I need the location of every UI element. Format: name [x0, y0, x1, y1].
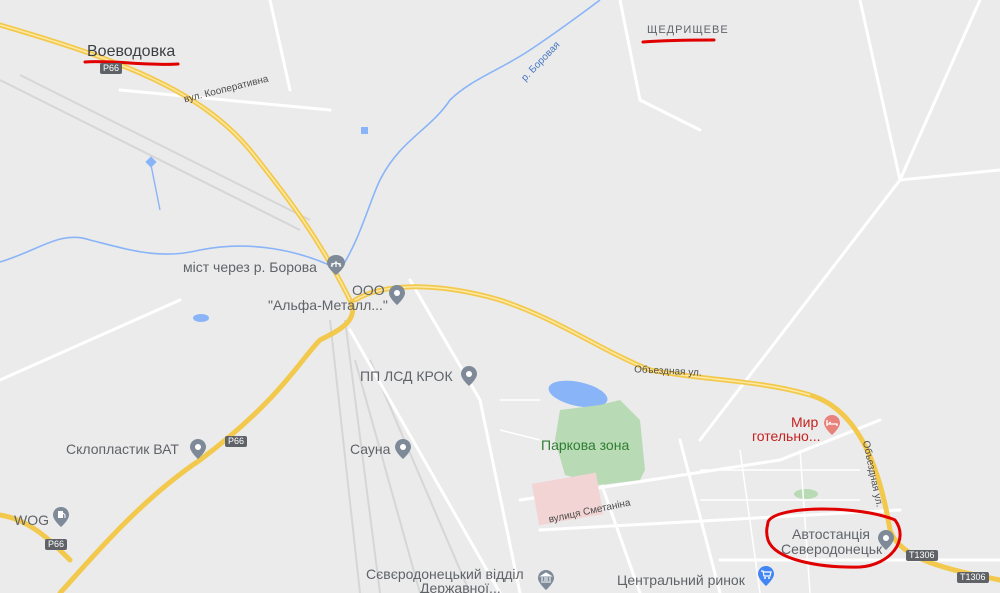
- map-base-layer: [0, 0, 1000, 593]
- route-shield-p66: Р66: [225, 436, 248, 447]
- hotel-bed-icon[interactable]: [822, 415, 842, 435]
- poi-label-alfa-metall-1[interactable]: ООО: [352, 282, 385, 298]
- route-shield-t1306: Т1306: [957, 572, 989, 583]
- poi-label-market[interactable]: Центральний ринок: [617, 572, 745, 588]
- poi-label-bridge[interactable]: міст через р. Борова: [183, 259, 317, 275]
- place-label-voevodovka[interactable]: Воеводовка: [87, 44, 175, 60]
- poi-label-alfa-metall-2[interactable]: "Альфа-Металл...": [268, 297, 388, 313]
- poi-label-skloplastyk[interactable]: Склопластик ВАТ: [66, 441, 179, 457]
- poi-label-park[interactable]: Паркова зона: [541, 437, 629, 453]
- poi-label-archive-2[interactable]: Державної...: [420, 580, 501, 593]
- bridge-icon[interactable]: [326, 255, 346, 275]
- route-shield-p66: Р66: [100, 63, 123, 74]
- fuel-icon[interactable]: [51, 507, 71, 527]
- poi-label-bus-station-2[interactable]: Северодонецьк: [781, 541, 882, 557]
- location-pin-icon[interactable]: [387, 285, 407, 305]
- museum-icon[interactable]: [536, 570, 556, 590]
- poi-label-wog[interactable]: WOG: [14, 512, 49, 528]
- route-shield-t1306: Т1306: [906, 550, 938, 561]
- poi-label-sauna[interactable]: Сауна: [350, 441, 390, 457]
- location-pin-icon[interactable]: [876, 530, 896, 550]
- location-pin-icon[interactable]: [393, 439, 413, 459]
- poi-label-lsd-krok[interactable]: ПП ЛСД КРОК: [360, 368, 453, 384]
- shopping-cart-icon[interactable]: [756, 566, 776, 586]
- poi-label-bus-station-1[interactable]: Автостанція: [792, 526, 870, 542]
- map-canvas[interactable]: Воеводовка ЩЕДРИЩЕВЕ вул. Кооперативна р…: [0, 0, 1000, 593]
- location-pin-icon[interactable]: [188, 439, 208, 459]
- poi-label-hotel-2[interactable]: готельно...: [752, 428, 821, 444]
- place-label-shchedryshcheve[interactable]: ЩЕДРИЩЕВЕ: [647, 22, 729, 38]
- location-pin-icon[interactable]: [459, 366, 479, 386]
- route-shield-p66: Р66: [45, 539, 68, 550]
